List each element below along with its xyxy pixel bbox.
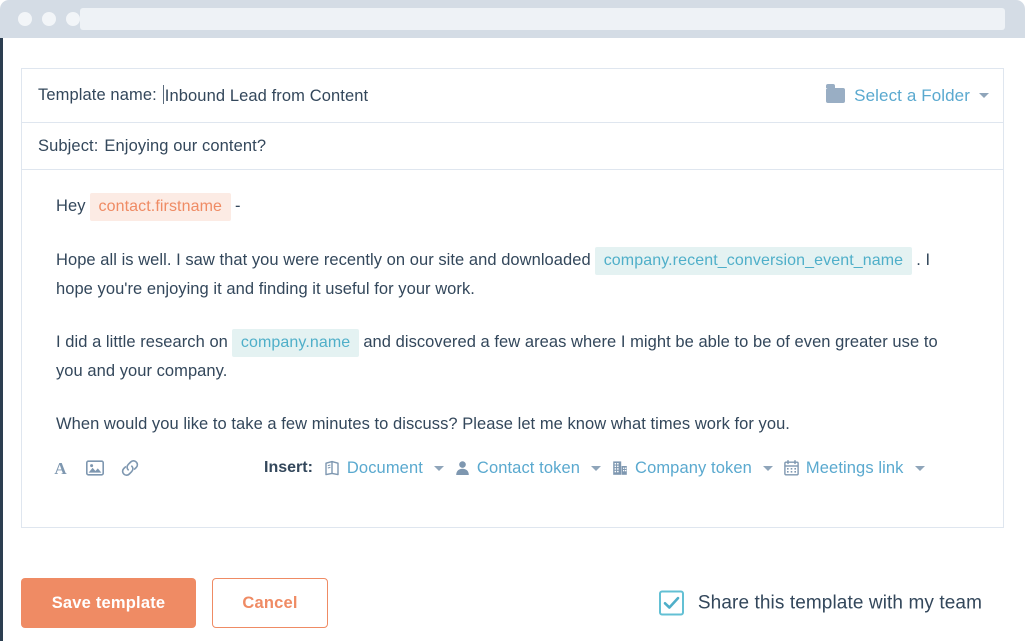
chevron-down-icon <box>915 466 925 471</box>
template-name-row: Template name: Inbound Lead from Content… <box>22 69 1003 123</box>
footer-actions: Save template Cancel Share this template… <box>21 576 1004 630</box>
select-folder-dropdown[interactable]: Select a Folder <box>826 86 989 106</box>
template-name-value: Inbound Lead from Content <box>165 87 368 105</box>
share-template-checkbox[interactable] <box>659 591 684 616</box>
body-paragraph-1: Heycontact.firstname- <box>56 192 969 221</box>
font-color-icon[interactable]: A <box>52 459 69 477</box>
insert-tools: Insert: Document <box>264 459 936 478</box>
chevron-down-icon <box>979 93 989 98</box>
insert-contact-token-button[interactable]: Contact token <box>455 459 601 478</box>
template-name-input[interactable]: Inbound Lead from Content <box>163 85 368 106</box>
app-root: Template name: Inbound Lead from Content… <box>0 0 1025 641</box>
select-folder-label: Select a Folder <box>854 86 970 106</box>
maximize-dot[interactable] <box>66 12 80 26</box>
window-controls <box>18 12 80 26</box>
document-icon <box>324 460 340 476</box>
svg-text:A: A <box>54 459 67 477</box>
p2-pre-text: Hope all is well. I saw that you were re… <box>56 251 591 269</box>
p1-pre-text: Hey <box>56 197 86 215</box>
template-editor-card: Template name: Inbound Lead from Content… <box>21 68 1004 528</box>
subject-label: Subject: <box>38 137 98 156</box>
token-company-recent-conversion-event-name[interactable]: company.recent_conversion_event_name <box>595 247 912 275</box>
building-icon <box>612 460 628 476</box>
close-dot[interactable] <box>18 12 32 26</box>
share-template-label: Share this template with my team <box>698 592 982 614</box>
insert-image-icon[interactable] <box>86 460 104 476</box>
token-company-name[interactable]: company.name <box>232 329 359 357</box>
insert-contact-token-label: Contact token <box>477 459 580 478</box>
email-body-editor[interactable]: Heycontact.firstname- Hope all is well. … <box>22 170 1003 488</box>
folder-icon <box>826 88 845 103</box>
p1-post-text: - <box>235 197 241 215</box>
body-paragraph-4: When would you like to take a few minute… <box>56 410 969 438</box>
body-paragraph-2: Hope all is well. I saw that you were re… <box>56 246 969 303</box>
minimize-dot[interactable] <box>42 12 56 26</box>
chevron-down-icon <box>434 466 444 471</box>
format-tools: A <box>52 459 139 477</box>
browser-chrome-bar <box>0 0 1025 38</box>
share-template-toggle[interactable]: Share this template with my team <box>659 591 982 616</box>
insert-meetings-link-button[interactable]: Meetings link <box>784 459 925 478</box>
chevron-down-icon <box>763 466 773 471</box>
p3-pre-text: I did a little research on <box>56 333 228 351</box>
chevron-down-icon <box>591 466 601 471</box>
token-contact-firstname[interactable]: contact.firstname <box>90 193 232 221</box>
insert-meetings-link-label: Meetings link <box>806 459 904 478</box>
template-name-label: Template name: <box>38 86 157 105</box>
insert-document-label: Document <box>347 459 423 478</box>
save-template-button[interactable]: Save template <box>21 578 196 628</box>
subject-input[interactable]: Enjoying our content? <box>104 137 266 156</box>
url-bar[interactable] <box>80 8 1005 30</box>
window-left-edge <box>0 38 3 641</box>
calendar-icon <box>784 460 799 476</box>
cancel-button[interactable]: Cancel <box>212 578 328 628</box>
insert-link-icon[interactable] <box>121 459 139 477</box>
insert-document-button[interactable]: Document <box>324 459 444 478</box>
insert-company-token-button[interactable]: Company token <box>612 459 773 478</box>
editor-toolbar: A <box>22 448 1003 488</box>
subject-row: Subject: Enjoying our content? <box>22 123 1003 170</box>
insert-company-token-label: Company token <box>635 459 752 478</box>
text-cursor <box>163 85 164 104</box>
body-paragraph-3: I did a little research oncompany.namean… <box>56 328 969 385</box>
insert-label: Insert: <box>264 459 313 477</box>
person-icon <box>455 460 470 476</box>
